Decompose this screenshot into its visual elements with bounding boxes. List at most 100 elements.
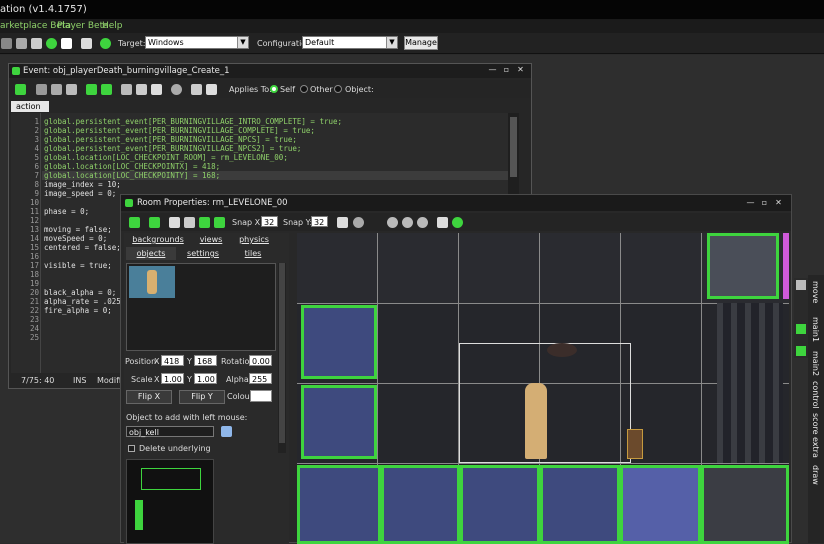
manage-button[interactable]: Manage — [404, 36, 438, 50]
undo-icon[interactable] — [86, 84, 97, 95]
stone-block[interactable] — [460, 465, 540, 544]
code-line[interactable]: global.persistent_event[PER_BURNINGVILLA… — [44, 126, 315, 135]
list-icon[interactable] — [206, 84, 217, 95]
open-icon[interactable] — [36, 84, 47, 95]
radio-other[interactable] — [300, 85, 308, 93]
zoom-in-icon[interactable] — [417, 217, 428, 228]
close-icon[interactable] — [796, 280, 806, 290]
code-line[interactable]: centered = false; — [44, 243, 121, 252]
stone-block[interactable] — [620, 465, 701, 544]
side-tab-main2[interactable]: main2 — [811, 351, 820, 376]
object-icon[interactable] — [46, 38, 57, 49]
side-tab-move[interactable]: move — [811, 281, 820, 303]
tab-views[interactable]: views — [190, 233, 232, 246]
room-canvas[interactable] — [297, 233, 789, 544]
tool-icon-2[interactable] — [16, 38, 27, 49]
undo-icon[interactable] — [149, 217, 160, 228]
code-line[interactable]: global.persistent_event[PER_BURNINGVILLA… — [44, 144, 301, 153]
flip-y-button[interactable]: Flip Y — [179, 390, 225, 404]
maximize-icon[interactable]: ▫ — [760, 199, 769, 207]
paste-icon[interactable] — [151, 84, 162, 95]
stone-block[interactable] — [701, 465, 789, 544]
search-icon[interactable] — [171, 84, 182, 95]
help-icon[interactable] — [452, 217, 463, 228]
code-line[interactable]: global.persistent_event[PER_BURNINGVILLA… — [44, 135, 297, 144]
code-line[interactable]: alpha_rate = .025*: — [44, 297, 130, 306]
code-line[interactable]: phase = 0; — [44, 207, 89, 216]
side-tab-draw[interactable]: draw — [811, 465, 820, 485]
tab-physics[interactable]: physics — [232, 233, 276, 246]
stone-block[interactable] — [301, 305, 377, 379]
menu-player[interactable]: Player Beta — [57, 21, 109, 31]
scale-x-input[interactable]: 1.00 — [161, 373, 184, 384]
goto-icon[interactable] — [191, 84, 202, 95]
zoom-out-icon[interactable] — [387, 217, 398, 228]
code-line[interactable]: fire_alpha = 0; — [44, 306, 112, 315]
scale-y-input[interactable]: 1.00 — [194, 373, 217, 384]
position-y-input[interactable]: 168 — [194, 355, 217, 366]
stone-block[interactable] — [381, 465, 460, 544]
script-icon[interactable] — [31, 38, 42, 49]
snap-y-input[interactable]: 32 — [311, 216, 328, 227]
check-icon[interactable] — [129, 217, 140, 228]
code-line[interactable]: image_index = 10; — [44, 180, 121, 189]
target-select[interactable]: Windows ▼ — [145, 36, 249, 49]
tab-action[interactable]: action — [11, 101, 49, 112]
stone-block[interactable] — [707, 233, 779, 299]
tab-objects[interactable]: objects — [126, 247, 176, 260]
radio-object[interactable] — [334, 85, 342, 93]
list-icon[interactable] — [81, 38, 92, 49]
close-icon[interactable]: ✕ — [774, 199, 783, 207]
radio-self[interactable] — [270, 85, 278, 93]
code-line[interactable]: moving = false; — [44, 225, 112, 234]
arrow-icon[interactable] — [796, 346, 806, 356]
player-sprite[interactable] — [525, 383, 547, 459]
configuration-select[interactable]: Default ▼ — [302, 36, 398, 49]
redo-icon[interactable] — [101, 84, 112, 95]
room-icon[interactable] — [61, 38, 72, 49]
lock-icon[interactable] — [199, 217, 210, 228]
colour-swatch[interactable] — [250, 390, 272, 402]
delete-underlying-checkbox[interactable] — [128, 445, 135, 452]
scrollbar-thumb[interactable] — [279, 263, 285, 443]
grid-icon[interactable] — [337, 217, 348, 228]
panel-scrollbar[interactable] — [278, 263, 286, 453]
save-icon[interactable] — [51, 84, 62, 95]
object-sprite-thumbnail[interactable] — [129, 266, 175, 298]
snap-x-input[interactable]: 32 — [261, 216, 278, 227]
scrollbar-thumb[interactable] — [510, 117, 517, 177]
maximize-icon[interactable]: ▫ — [502, 66, 511, 74]
side-tab-score[interactable]: score — [811, 413, 820, 435]
lantern-sprite[interactable] — [627, 429, 643, 459]
object-to-add-input[interactable]: obj_kell — [126, 426, 214, 437]
code-line[interactable]: global.location[LOC_CHECKPOINTX] = 418; — [44, 162, 220, 171]
bat-sprite[interactable] — [547, 343, 577, 357]
zoom-reset-icon[interactable] — [402, 217, 413, 228]
tab-backgrounds[interactable]: backgrounds — [126, 233, 190, 246]
minimize-icon[interactable]: — — [746, 199, 755, 207]
side-tab-control[interactable]: control — [811, 381, 820, 409]
code-line[interactable]: black_alpha = 0; — [44, 288, 116, 297]
list-icon[interactable] — [437, 217, 448, 228]
tab-settings[interactable]: settings — [176, 247, 230, 260]
flip-x-button[interactable]: Flip X — [126, 390, 172, 404]
menu-help[interactable]: Help — [102, 21, 123, 31]
print-icon[interactable] — [66, 84, 77, 95]
help-icon[interactable] — [100, 38, 111, 49]
side-tab-main1[interactable]: main1 — [811, 317, 820, 342]
room-minimap[interactable] — [126, 459, 214, 544]
minimize-icon[interactable]: — — [488, 66, 497, 74]
arrow-icon[interactable] — [796, 324, 806, 334]
cut-icon[interactable] — [121, 84, 132, 95]
shift-icon[interactable] — [184, 217, 195, 228]
position-x-input[interactable]: 418 — [161, 355, 184, 366]
tab-tiles[interactable]: tiles — [230, 247, 276, 260]
close-icon[interactable]: ✕ — [516, 66, 525, 74]
zoom-menu-icon[interactable] — [353, 217, 364, 228]
stone-block[interactable] — [540, 465, 620, 544]
alpha-input[interactable]: 255 — [249, 373, 272, 384]
new-icon[interactable] — [169, 217, 180, 228]
code-line[interactable]: global.location[LOC_CHECKPOINT_ROOM] = r… — [44, 153, 288, 162]
object-select-icon[interactable] — [221, 426, 232, 437]
code-line[interactable]: global.persistent_event[PER_BURNINGVILLA… — [44, 117, 342, 126]
